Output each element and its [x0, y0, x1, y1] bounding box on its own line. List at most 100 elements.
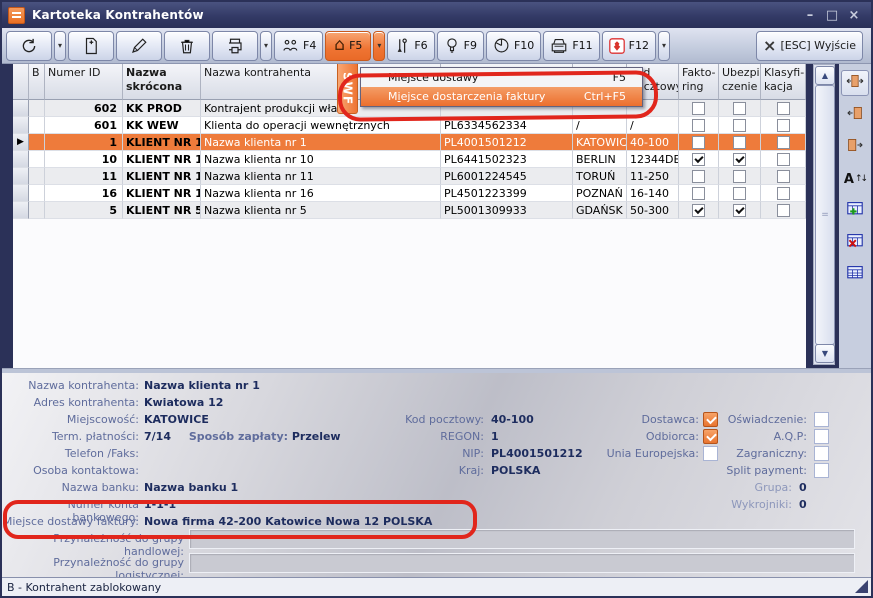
group-field[interactable]	[189, 529, 855, 549]
f5-dropdown-button[interactable]: ▾	[373, 31, 385, 61]
cell-klas-checkbox[interactable]	[761, 134, 806, 151]
cell-klas-checkbox[interactable]	[761, 151, 806, 168]
detail-checkbox[interactable]	[814, 463, 829, 478]
detail-label: Oświadczenie:	[667, 413, 807, 426]
table-row[interactable]: 601KK WEWKlienta do operacji wewnętrznyc…	[13, 117, 806, 134]
cell-ubez-checkbox[interactable]	[719, 168, 761, 185]
close-button[interactable]: ×	[843, 8, 865, 23]
cell-klas-checkbox[interactable]	[761, 202, 806, 219]
cell-ubez-checkbox[interactable]	[719, 117, 761, 134]
menu-item-miejsce-dostarczenia-faktury[interactable]: Miejsce dostarczenia faktury Ctrl+F5	[361, 87, 642, 106]
cell-name: Nazwa klienta nr 16	[201, 185, 441, 202]
cell-klas-checkbox[interactable]	[761, 185, 806, 202]
row-selector[interactable]	[13, 151, 29, 168]
row-selector[interactable]	[13, 168, 29, 185]
vertical-scrollbar[interactable]: ▲ = ▼	[813, 64, 835, 365]
table-row[interactable]: 11KLIENT NR 11Nazwa klienta nr 11PL60012…	[13, 168, 806, 185]
vertical-ribbon-label: SWF	[341, 72, 355, 105]
cell-ubez-checkbox[interactable]	[719, 202, 761, 219]
f12-dropdown-button[interactable]: ▾	[658, 31, 670, 61]
cell-ubez-checkbox[interactable]	[719, 100, 761, 117]
table-row[interactable]: 16KLIENT NR 16Nazwa klienta nr 16PL45012…	[13, 185, 806, 202]
cell-klas-checkbox[interactable]	[761, 117, 806, 134]
detail-label: Zagraniczny:	[667, 447, 807, 460]
refresh-button[interactable]	[6, 31, 52, 61]
reports-f10-button[interactable]: F10	[486, 31, 541, 61]
minimize-button[interactable]: –	[799, 8, 821, 23]
row-selector[interactable]	[13, 202, 29, 219]
shift-column-right-button[interactable]	[841, 134, 869, 160]
cell-fakt-checkbox[interactable]	[679, 168, 719, 185]
edit-button[interactable]	[116, 31, 162, 61]
column-header-b[interactable]: B	[29, 64, 45, 100]
row-selector[interactable]	[13, 117, 29, 134]
shift-left-icon	[845, 105, 865, 125]
scroll-up-button[interactable]: ▲	[815, 66, 835, 85]
print-dropdown-button[interactable]: ▾	[260, 31, 272, 61]
table-row[interactable]: 5KLIENT NR 5Nazwa klienta nr 5PL50013099…	[13, 202, 806, 219]
new-button[interactable]	[68, 31, 114, 61]
column-header-sel[interactable]	[13, 64, 29, 100]
table-row[interactable]: ▶1KLIENT NR 1Nazwa klienta nr 1PL4001501…	[13, 134, 806, 151]
f10-label: F10	[514, 39, 534, 52]
delete-view-button[interactable]	[841, 230, 869, 256]
cell-fakt-checkbox[interactable]	[679, 100, 719, 117]
gus-f12-button[interactable]: F12	[602, 31, 656, 61]
hints-f9-button[interactable]: F9	[437, 31, 484, 61]
detail-checkbox[interactable]	[814, 412, 829, 427]
app-window: Kartoteka Kontrahentów – □ × ▾	[0, 0, 873, 598]
table-add-icon	[846, 201, 864, 221]
scroll-down-button[interactable]: ▼	[815, 344, 835, 363]
detail-checkbox[interactable]	[814, 429, 829, 444]
f12-label: F12	[629, 39, 649, 52]
row-selector[interactable]	[13, 185, 29, 202]
contacts-f4-button[interactable]: F4	[274, 31, 323, 61]
delivery-place-f5-button[interactable]: ⌂ F5	[325, 31, 371, 61]
cell-fakt-checkbox[interactable]	[679, 151, 719, 168]
grid-view-button[interactable]	[841, 262, 869, 288]
table-row[interactable]: 10KLIENT NR 10Nazwa klienta nr 10PL64415…	[13, 151, 806, 168]
column-header-fakt[interactable]: Fakto­ring	[679, 64, 719, 100]
cell-ubez-checkbox[interactable]	[719, 185, 761, 202]
print-button[interactable]	[212, 31, 258, 61]
sort-button[interactable]: A↑↓	[841, 166, 869, 192]
scrollbar-thumb[interactable]: =	[815, 85, 835, 345]
details-panel: Nazwa kontrahenta:Nazwa klienta nr 1Adre…	[2, 373, 871, 577]
table-body: 602KK PRODKontrajent produkcji własne601…	[13, 100, 806, 219]
column-header-short[interactable]: Nazwa skrócona	[123, 64, 201, 100]
shift-column-left-button[interactable]	[841, 102, 869, 128]
new-document-icon	[82, 37, 100, 55]
tools-f6-button[interactable]: F6	[387, 31, 434, 61]
cell-nip: PL6001224545	[441, 168, 573, 185]
resize-grip[interactable]	[855, 580, 868, 593]
menu-item-miejsce-dostawy[interactable]: Miejsce dostawy F5	[361, 68, 642, 87]
group-field[interactable]	[189, 553, 855, 573]
detail-checkbox[interactable]	[814, 446, 829, 461]
cell-klas-checkbox[interactable]	[761, 100, 806, 117]
column-header-ubez[interactable]: Ubezpie­czenie	[719, 64, 761, 100]
cell-fakt-checkbox[interactable]	[679, 134, 719, 151]
cell-ubez-checkbox[interactable]	[719, 151, 761, 168]
maximize-button[interactable]: □	[821, 8, 843, 23]
cell-klas-checkbox[interactable]	[761, 168, 806, 185]
cell-id: 5	[45, 202, 123, 219]
fit-columns-button[interactable]	[841, 70, 869, 96]
cell-id: 602	[45, 100, 123, 117]
add-view-button[interactable]	[841, 198, 869, 224]
column-header-id[interactable]: Numer ID	[45, 64, 123, 100]
column-header-klas[interactable]: Klasyfi­kacja	[761, 64, 806, 100]
row-selector[interactable]: ▶	[13, 134, 29, 151]
cell-fakt-checkbox[interactable]	[679, 117, 719, 134]
exit-button[interactable]: × [ESC] Wyjście	[756, 31, 863, 61]
f6-label: F6	[414, 39, 427, 52]
shift-right-icon	[845, 137, 865, 157]
detail-value: POLSKA	[491, 464, 540, 477]
row-selector[interactable]	[13, 100, 29, 117]
delete-button[interactable]	[164, 31, 210, 61]
cell-ubez-checkbox[interactable]	[719, 134, 761, 151]
cash-register-f11-button[interactable]: F11	[543, 31, 599, 61]
cell-fakt-checkbox[interactable]	[679, 185, 719, 202]
cell-nip: PL5001309933	[441, 202, 573, 219]
refresh-dropdown-button[interactable]: ▾	[54, 31, 66, 61]
cell-fakt-checkbox[interactable]	[679, 202, 719, 219]
